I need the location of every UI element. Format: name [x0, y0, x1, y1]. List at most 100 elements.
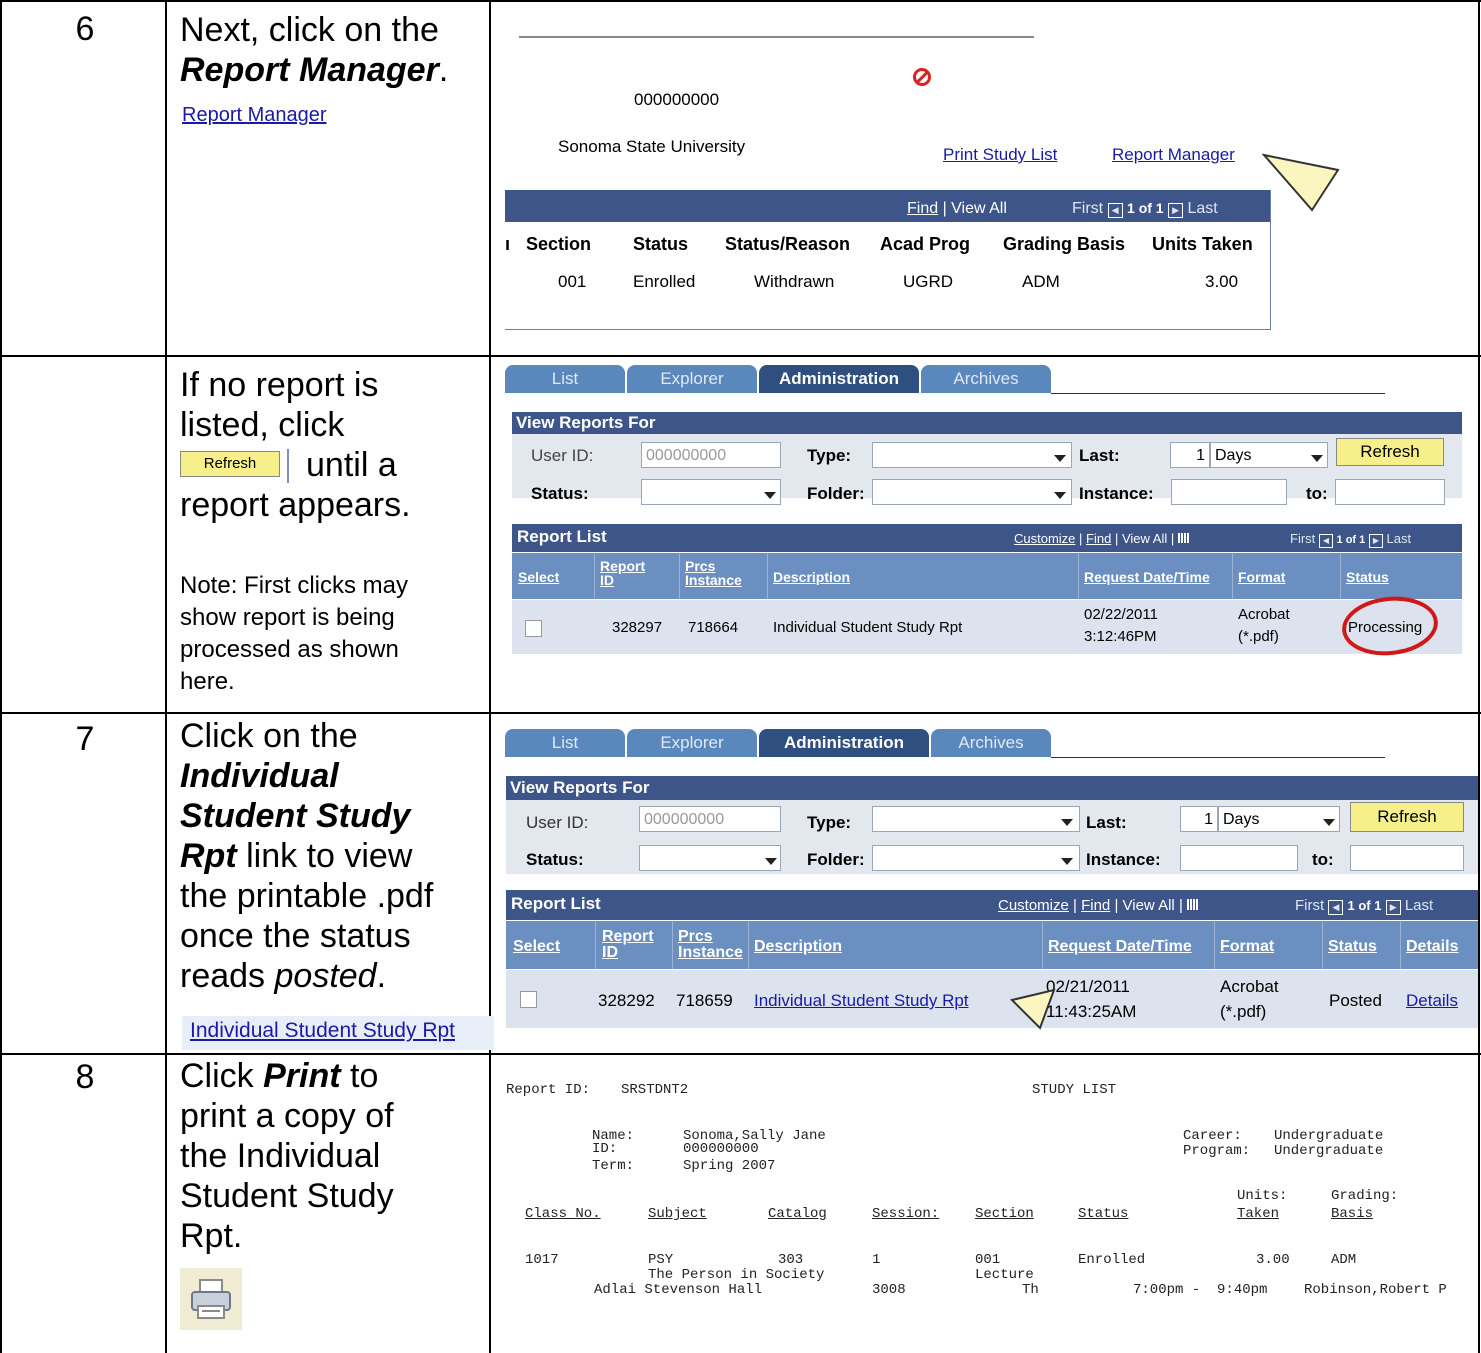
- individual-report-link-swatch[interactable]: Individual Student Study Rpt: [182, 1016, 494, 1050]
- refresh-button[interactable]: Refresh: [1350, 802, 1464, 832]
- col-description[interactable]: Description: [754, 939, 842, 955]
- col-format[interactable]: Format: [1220, 939, 1274, 955]
- units-label: Units:: [1237, 1188, 1288, 1204]
- report-title: STUDY LIST: [1032, 1082, 1117, 1098]
- print-icon[interactable]: [180, 1268, 242, 1330]
- institution: Sonoma State University: [558, 137, 746, 156]
- hdr-catalog: Catalog: [768, 1206, 827, 1222]
- next-arrow-icon[interactable]: ▶: [1385, 900, 1401, 915]
- page-count: 1 of 1: [1336, 534, 1366, 546]
- col-details[interactable]: Details: [1406, 939, 1458, 955]
- hdr-session: Session:: [872, 1206, 940, 1222]
- col-report-id[interactable]: Report ID: [600, 559, 645, 587]
- col-request-date[interactable]: Request Date/Time: [1084, 570, 1210, 584]
- col-select[interactable]: Select: [518, 570, 559, 584]
- to-label: to:: [1312, 850, 1334, 869]
- last-label: Last: [1386, 531, 1412, 546]
- details-link[interactable]: Details: [1406, 991, 1458, 1011]
- type-select[interactable]: [872, 806, 1080, 832]
- refresh-button-inline[interactable]: Refresh: [180, 449, 306, 485]
- user-id-field[interactable]: 000000000: [641, 442, 781, 468]
- last-days-field[interactable]: 1: [1180, 806, 1218, 832]
- refresh-button[interactable]: Refresh: [1336, 438, 1444, 466]
- individual-student-study-rpt-link[interactable]: Individual Student Study Rpt: [754, 991, 969, 1011]
- days-select[interactable]: Days: [1218, 806, 1340, 832]
- user-id-field[interactable]: 000000000: [639, 806, 781, 832]
- meeting-time: 7:00pm - 9:40pm: [1133, 1282, 1268, 1298]
- instance-from-field[interactable]: [1180, 845, 1298, 871]
- user-id-label: User ID:: [531, 446, 594, 465]
- col-format[interactable]: Format: [1238, 570, 1285, 584]
- col-grading-basis: Grading Basis: [1003, 234, 1126, 254]
- row-status: Posted: [1329, 991, 1382, 1010]
- col-prcs-instance[interactable]: Prcs Instance: [685, 559, 742, 587]
- find-link[interactable]: Find: [1086, 531, 1111, 546]
- tab-explorer[interactable]: Explorer: [627, 729, 757, 757]
- view-all-link[interactable]: View All: [1123, 897, 1175, 914]
- tab-administration[interactable]: Administration: [759, 729, 929, 757]
- next-arrow-icon[interactable]: ▶: [1368, 534, 1383, 548]
- row-description: Individual Student Study Rpt: [773, 619, 963, 636]
- col-request-date[interactable]: Request Date/Time: [1048, 939, 1192, 955]
- row-checkbox[interactable]: [520, 991, 537, 1008]
- session: 1: [872, 1252, 881, 1268]
- col-prcs-instance[interactable]: Prcs Instance: [678, 929, 743, 961]
- prev-arrow-icon[interactable]: ◀: [1107, 203, 1123, 218]
- tab-administration[interactable]: Administration: [759, 365, 919, 393]
- row-prcs-instance: 718664: [688, 619, 739, 636]
- grid-icon[interactable]: [1177, 533, 1189, 543]
- instruction-text: report appears.: [180, 486, 411, 525]
- tab-list[interactable]: List: [505, 729, 625, 757]
- folder-select[interactable]: [872, 845, 1080, 871]
- val-section: 001: [558, 272, 587, 291]
- row-report-id: 328297: [612, 619, 663, 636]
- term: Spring 2007: [683, 1158, 776, 1174]
- next-arrow-icon[interactable]: ▶: [1168, 203, 1184, 218]
- report-manager-link[interactable]: Report Manager: [182, 104, 327, 127]
- col-description[interactable]: Description: [773, 570, 850, 584]
- tab-list[interactable]: List: [505, 365, 625, 393]
- col-select[interactable]: Select: [513, 939, 560, 955]
- val-grading-basis: ADM: [1022, 272, 1060, 291]
- col-status-reason: Status/Reason: [725, 234, 851, 254]
- program: Undergraduate: [1274, 1143, 1384, 1159]
- pointer-arrow-icon: [1010, 988, 1056, 1030]
- find-link[interactable]: Find: [1081, 897, 1110, 914]
- instance-label: Instance:: [1079, 484, 1154, 503]
- folder-select[interactable]: [872, 479, 1072, 505]
- view-all-link[interactable]: View All: [951, 200, 1007, 217]
- tab-explorer[interactable]: Explorer: [627, 365, 757, 393]
- tab-archives[interactable]: Archives: [931, 729, 1051, 757]
- step-instruction: If no report is listed, click Refresh un…: [180, 365, 485, 525]
- course-title: The Person in Society: [648, 1267, 825, 1283]
- last-days-field[interactable]: 1: [1170, 442, 1210, 468]
- row-time: 11:43:25AM: [1046, 1002, 1137, 1021]
- tab-archives[interactable]: Archives: [921, 365, 1051, 393]
- type-label: Type:: [807, 813, 852, 832]
- status-select[interactable]: [639, 845, 781, 871]
- customize-link[interactable]: Customize: [1014, 531, 1075, 546]
- prev-arrow-icon[interactable]: ◀: [1318, 534, 1333, 548]
- col-report-id[interactable]: Report ID: [602, 929, 654, 961]
- prev-arrow-icon[interactable]: ◀: [1328, 900, 1344, 915]
- class-no: 1017: [525, 1252, 559, 1268]
- instance-to-field[interactable]: [1335, 479, 1445, 505]
- print-study-list-link[interactable]: Print Study List: [943, 145, 1057, 165]
- folder-label: Folder:: [807, 850, 865, 869]
- first-label: First: [1295, 897, 1325, 914]
- col-status[interactable]: Status: [1328, 939, 1377, 955]
- type-select[interactable]: [872, 442, 1072, 468]
- first-label: First: [1290, 531, 1316, 546]
- instance-from-field[interactable]: [1171, 479, 1287, 505]
- find-link[interactable]: Find: [907, 200, 938, 217]
- grid-icon[interactable]: [1187, 899, 1200, 910]
- row-checkbox[interactable]: [525, 620, 542, 637]
- user-id-label: User ID:: [526, 813, 589, 832]
- view-all-link[interactable]: View All: [1122, 531, 1167, 546]
- instance-to-field[interactable]: [1350, 845, 1464, 871]
- report-manager-link-shot[interactable]: Report Manager: [1112, 145, 1235, 165]
- customize-link[interactable]: Customize: [998, 897, 1069, 914]
- subject: PSY: [648, 1252, 674, 1268]
- status-select[interactable]: [641, 479, 781, 505]
- instruction-text: Next, click on the: [180, 11, 439, 49]
